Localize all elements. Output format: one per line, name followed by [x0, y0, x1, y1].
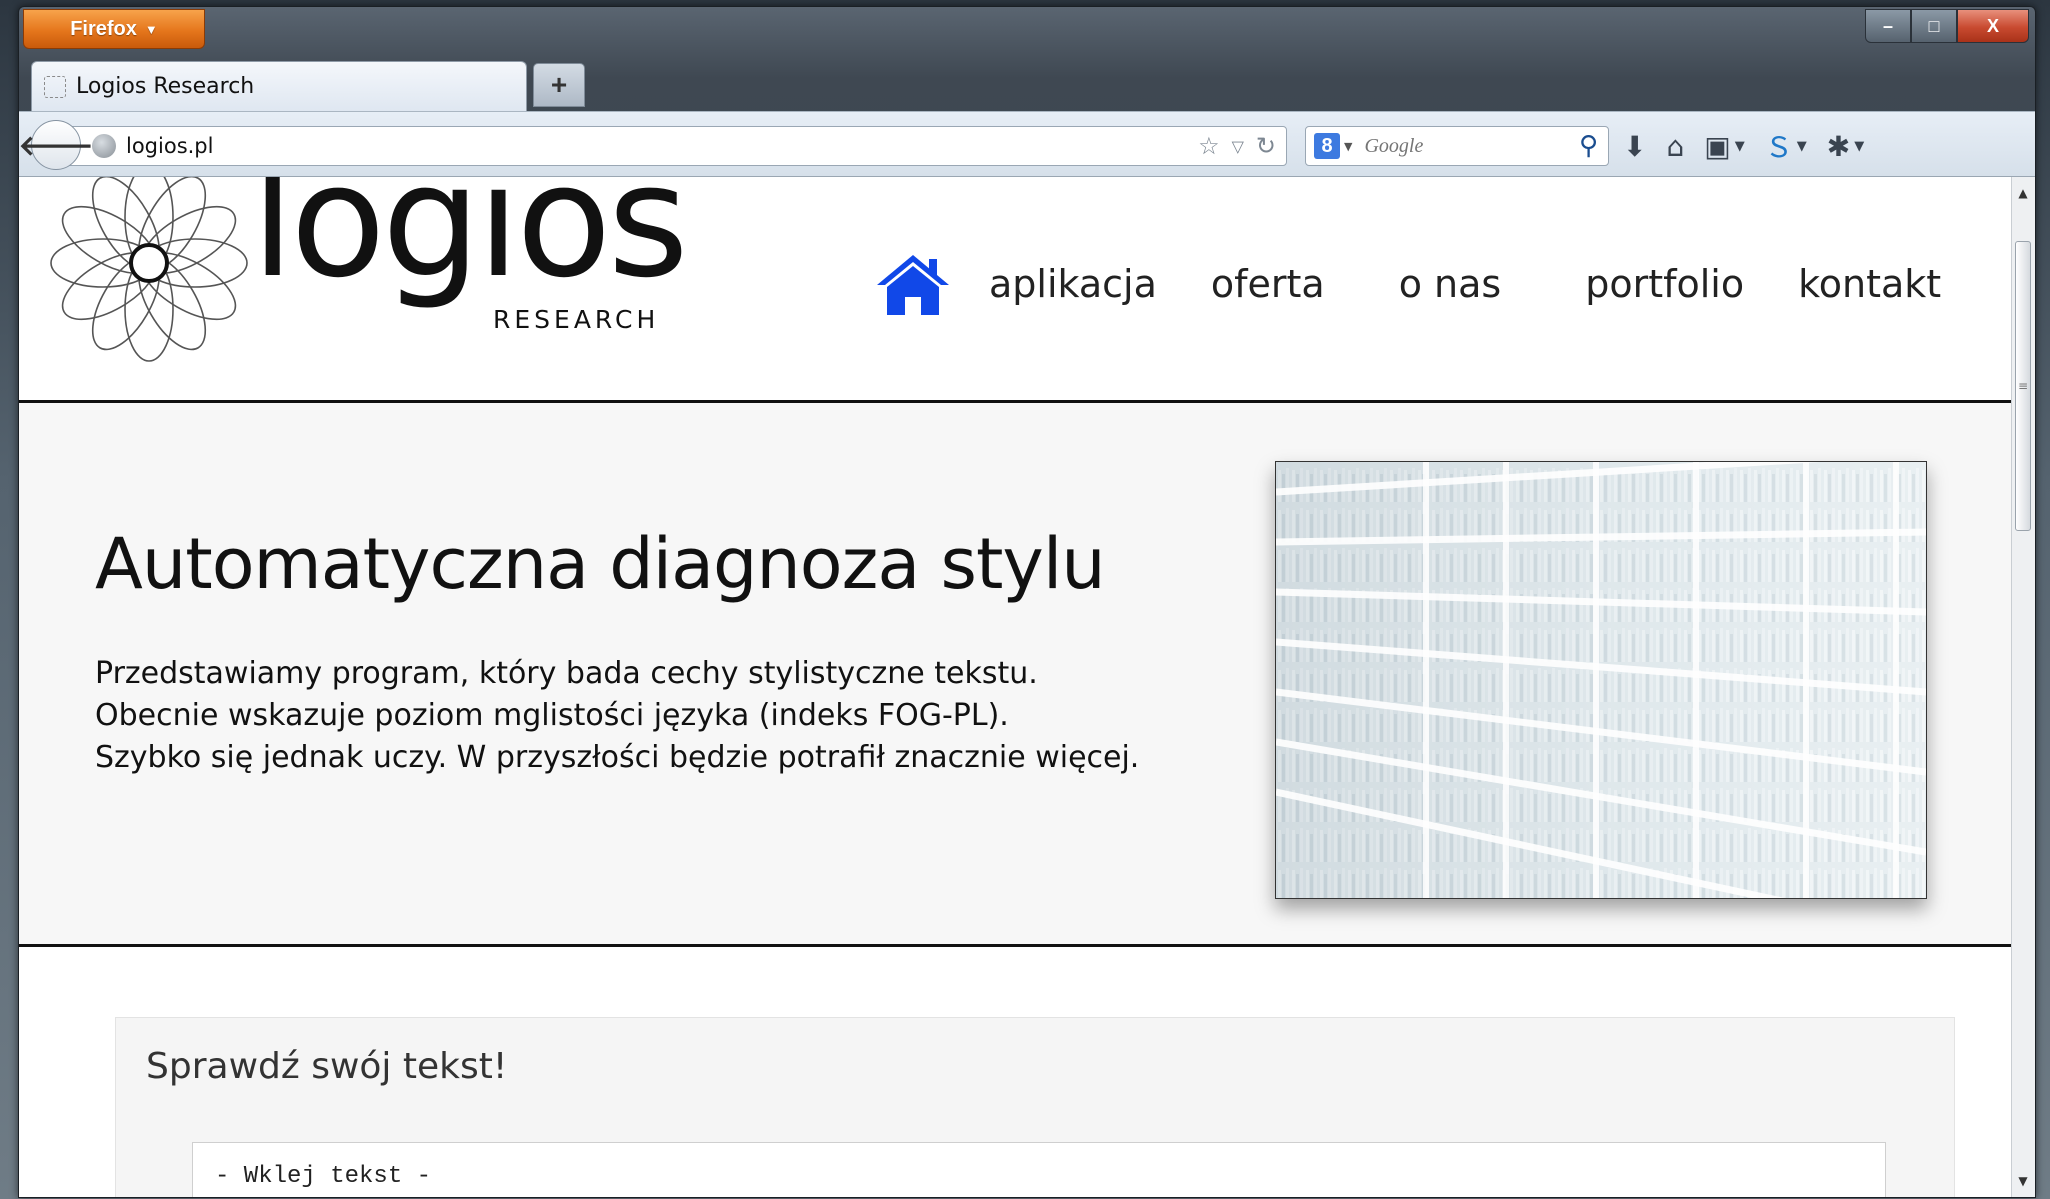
hero-description: Przedstawiamy program, który bada cechy … [95, 653, 1235, 779]
firebug-icon[interactable]: ✱ ▼ [1827, 130, 1864, 163]
page-favicon-icon [44, 75, 66, 98]
scroll-down-icon[interactable]: ▼ [2012, 1169, 2034, 1193]
hero-line-3: Szybko się jednak uczy. W przyszłości bę… [95, 740, 1140, 775]
google-engine-icon[interactable]: 8 [1314, 133, 1340, 159]
home-icon[interactable]: ⌂ [1666, 130, 1684, 163]
url-bar[interactable]: logios.pl ☆ ▽ ↻ [61, 126, 1287, 166]
bookshelf-image [1275, 461, 1927, 899]
close-window-button[interactable]: X [1957, 9, 2029, 43]
page-viewport: logios RESEARCH aplikacja oferta o nas p… [19, 177, 2011, 1197]
url-text: logios.pl [126, 134, 214, 158]
hero-line-1: Przedstawiamy program, który bada cechy … [95, 656, 1038, 691]
main-nav: aplikacja oferta o nas portfolio kontakt [871, 249, 1941, 319]
url-bar-icons: ☆ ▽ ↻ [1198, 132, 1276, 160]
search-bar[interactable]: 8 ▼ ⚲ [1305, 126, 1609, 166]
firefox-menu-label: Firefox [70, 17, 137, 40]
bookmarks-menu-icon[interactable]: ▣ ▼ [1704, 130, 1744, 163]
nav-item-kontakt[interactable]: kontakt [1798, 262, 1941, 306]
new-tab-button[interactable]: + [533, 63, 585, 107]
navigation-toolbar: 🡐 logios.pl ☆ ▽ ↻ 8 ▼ ⚲ ⬇ ⌂ ▣▼ Ｓ▼ ✱▼ [18, 111, 2035, 177]
text-check-panel: Sprawdź swój tekst! - Wklej tekst - [115, 1017, 1955, 1197]
vertical-scrollbar[interactable]: ▲ ≡ ▼ [2011, 177, 2035, 1197]
scroll-up-icon[interactable]: ▲ [2012, 181, 2034, 205]
logios-flower-logo-icon[interactable] [49, 177, 249, 363]
minimize-icon: – [1882, 15, 1893, 36]
bookmark-star-icon[interactable]: ☆ [1198, 132, 1220, 160]
check-panel-title: Sprawdź swój tekst! [146, 1046, 508, 1087]
maximize-icon: □ [1928, 15, 1940, 36]
toolbar-icons: ⬇ ⌂ ▣ ▼ Ｓ ▼ ✱ ▼ [1623, 124, 1864, 168]
search-input[interactable] [1364, 134, 1545, 158]
site-header: logios RESEARCH aplikacja oferta o nas p… [19, 177, 2011, 403]
addon-s-icon[interactable]: Ｓ ▼ [1765, 126, 1807, 166]
home-icon [877, 255, 949, 315]
hero-line-2: Obecnie wskazuje poziom mglistości język… [95, 698, 1009, 733]
nav-item-portfolio[interactable]: portfolio [1585, 262, 1744, 306]
browser-window: Firefox ▼ – □ X Logios Research + 🡐 logi… [18, 6, 2036, 1198]
logo-wordmark[interactable]: logios [251, 177, 689, 299]
maximize-button[interactable]: □ [1911, 9, 1957, 43]
back-arrow-icon: 🡐 [18, 129, 94, 162]
engine-dropdown-icon[interactable]: ▼ [1344, 140, 1352, 153]
close-icon: X [1986, 15, 1999, 36]
window-controls: – □ X [1865, 9, 2029, 43]
minimize-button[interactable]: – [1865, 9, 1911, 43]
hero-title: Automatyczna diagnoza stylu [95, 523, 1106, 605]
nav-home-button[interactable] [871, 249, 955, 319]
bookshelf-illustration [1276, 462, 1926, 898]
chevron-down-icon: ▼ [144, 21, 158, 37]
history-dropdown-icon[interactable]: ▽ [1232, 137, 1244, 156]
nav-item-o-nas[interactable]: o nas [1399, 262, 1502, 306]
logo-subtitle: RESEARCH [493, 305, 660, 334]
nav-item-oferta[interactable]: oferta [1211, 262, 1325, 306]
scroll-thumb[interactable]: ≡ [2015, 241, 2031, 531]
nav-item-aplikacja[interactable]: aplikacja [989, 262, 1157, 306]
reload-icon[interactable]: ↻ [1256, 132, 1276, 160]
back-button[interactable]: 🡐 [18, 120, 94, 170]
paste-text-area[interactable]: - Wklej tekst - [192, 1142, 1886, 1197]
download-icon[interactable]: ⬇ [1623, 130, 1646, 163]
tab-title: Logios Research [76, 74, 255, 99]
firefox-menu-button[interactable]: Firefox ▼ [23, 9, 205, 49]
tab-bar: Logios Research + [19, 51, 2035, 111]
magnifier-icon[interactable]: ⚲ [1579, 131, 1598, 161]
hero-section: Automatyczna diagnoza stylu Przedstawiam… [19, 403, 2011, 947]
tab-logios-research[interactable]: Logios Research [31, 61, 527, 111]
globe-icon [92, 134, 116, 158]
plus-icon: + [550, 69, 568, 100]
